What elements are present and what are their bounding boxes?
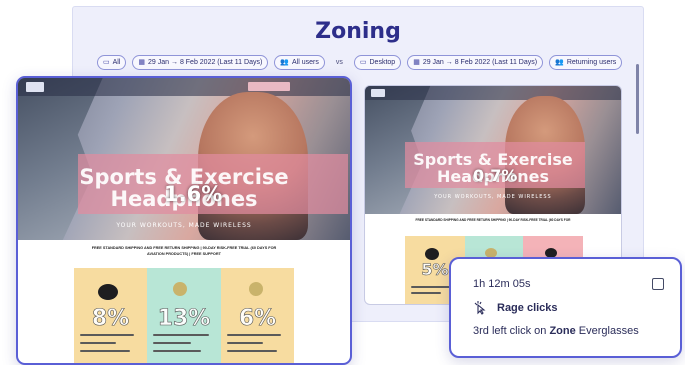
product-price	[153, 342, 191, 344]
product-price	[80, 342, 116, 344]
event-zone-name: Everglasses	[578, 325, 639, 337]
page-title: Zoning	[315, 19, 401, 44]
promo-banner	[248, 82, 290, 91]
product-title	[411, 286, 451, 288]
segment-filter-right[interactable]: 👥 Returning users	[549, 54, 623, 70]
site-logo	[26, 82, 44, 92]
event-timestamp: 1h 12m 05s	[473, 278, 531, 290]
product-card[interactable]: 8%	[74, 268, 147, 363]
users-icon: 👥	[280, 59, 290, 66]
hero-tagline: YOUR WORKOUTS, MADE WIRELESS	[116, 222, 252, 229]
hero-banner[interactable]: Sports & Exercise Headphones 0.7% YOUR W…	[365, 86, 621, 214]
shipping-line1: FREE STANDARD SHIPPING AND FREE RETURN S…	[415, 218, 571, 222]
earbuds-image	[98, 284, 118, 300]
zone-click-rate: 1.6%	[164, 182, 223, 206]
stage: Zoning ▭ All ▦ 29 Jan → 8 Feb 2022 (Last…	[0, 0, 685, 365]
zone-click-rate: 8%	[91, 306, 130, 332]
zone-click-rate: 6%	[238, 306, 277, 332]
shipping-line2: AVIATION PRODUCTS) | FREE SUPPORT	[147, 251, 221, 256]
hero-tagline: YOUR WORKOUTS, MADE WIRELESS	[434, 194, 552, 200]
date-filter-left[interactable]: ▦ 29 Jan → 8 Feb 2022 (Last 11 Days)	[132, 54, 269, 70]
earbuds-image	[425, 248, 439, 260]
product-title	[227, 334, 281, 336]
rage-click-icon	[474, 301, 486, 315]
segment-filter-left[interactable]: 👥 All users	[274, 54, 325, 70]
calendar-icon: ▦	[413, 59, 420, 66]
product-description	[227, 350, 277, 352]
site-nav	[365, 86, 621, 100]
device-filter-right-label: Desktop	[369, 58, 396, 66]
date-filter-left-label: 29 Jan → 8 Feb 2022 (Last 11 Days)	[148, 58, 263, 66]
event-description: 3rd left click on Zone Everglasses	[473, 325, 639, 337]
product-price	[411, 292, 441, 294]
event-description-prefix: 3rd left click on	[473, 325, 547, 337]
earbuds-image	[249, 282, 263, 296]
filter-bar: ▭ All ▦ 29 Jan → 8 Feb 2022 (Last 11 Day…	[97, 54, 623, 70]
product-card[interactable]: 6%	[221, 268, 294, 363]
select-checkbox[interactable]	[652, 278, 664, 290]
product-grid: 8% 13% 6%	[74, 268, 294, 363]
product-title	[80, 334, 134, 336]
device-icon: ▭	[103, 59, 110, 66]
users-icon: 👥	[555, 59, 564, 66]
site-nav	[18, 78, 350, 96]
segment-filter-right-label: Returning users	[566, 58, 617, 66]
zone-click-rate: 0.7%	[473, 166, 518, 185]
product-description	[80, 350, 130, 352]
event-description-zone: Zone	[549, 325, 576, 337]
calendar-icon: ▦	[138, 59, 146, 66]
site-logo	[371, 89, 385, 97]
zone-click-rate: 13%	[157, 306, 211, 332]
product-title	[153, 334, 209, 336]
segment-filter-left-label: All users	[292, 58, 319, 66]
product-price	[227, 342, 263, 344]
device-filter-right[interactable]: ▭ Desktop	[353, 54, 402, 70]
event-type: Rage clicks	[497, 302, 558, 314]
vs-label: vs	[335, 58, 343, 66]
date-filter-right[interactable]: ▦ 29 Jan → 8 Feb 2022 (Last 11 Days)	[407, 54, 544, 70]
scrollbar[interactable]	[636, 64, 639, 134]
device-filter-left-label: All	[112, 58, 121, 66]
device-filter-left[interactable]: ▭ All	[97, 54, 127, 70]
earbuds-image	[173, 282, 187, 296]
product-description	[153, 350, 201, 352]
main-zoning-screenshot[interactable]: Sports & Exercise Headphones 1.6% YOUR W…	[16, 76, 352, 365]
shipping-banner: FREE STANDARD SHIPPING AND FREE RETURN S…	[365, 218, 621, 222]
date-filter-right-label: 29 Jan → 8 Feb 2022 (Last 11 Days)	[422, 58, 538, 66]
hero-banner[interactable]: Sports & Exercise Headphones 1.6% YOUR W…	[18, 78, 350, 240]
shipping-banner: FREE STANDARD SHIPPING AND FREE RETURN S…	[18, 246, 350, 257]
session-event-card[interactable]: 1h 12m 05s Rage clicks 3rd left click on…	[449, 257, 682, 358]
desktop-icon: ▭	[359, 59, 367, 66]
product-card[interactable]: 13%	[147, 268, 221, 363]
